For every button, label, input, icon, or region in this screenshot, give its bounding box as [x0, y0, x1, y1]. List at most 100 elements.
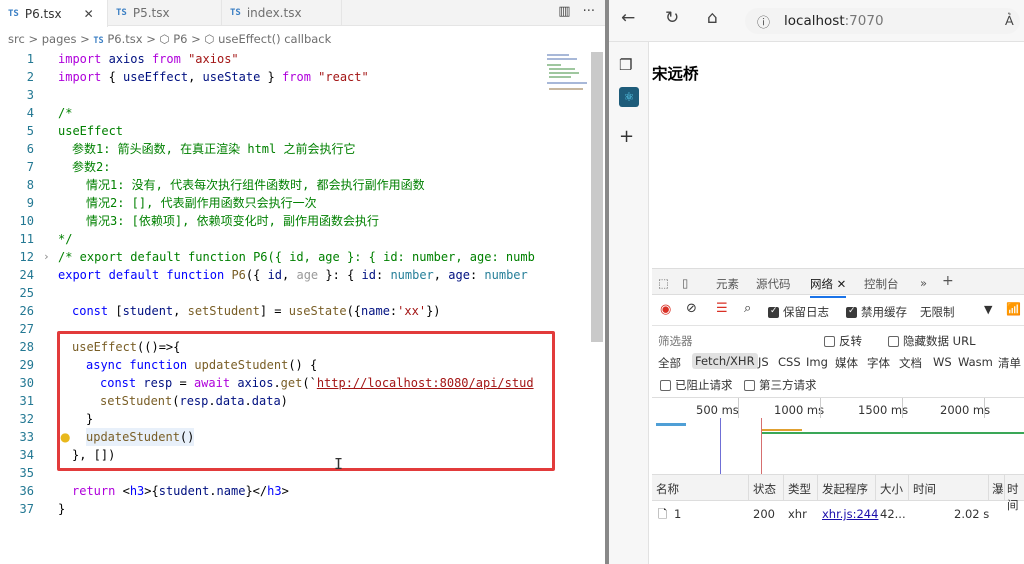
filter-js[interactable]: JS [758, 355, 769, 369]
filter-font[interactable]: 字体 [867, 355, 890, 371]
chevron-down-icon[interactable]: ▼ [984, 303, 992, 316]
close-icon[interactable]: ✕ [837, 277, 847, 291]
timeline-tick-label: 2000 ms [940, 403, 991, 417]
tab-index[interactable]: TS index.tsx [222, 0, 342, 26]
split-editor-icon[interactable]: ▥ [558, 4, 570, 19]
row-name: 1 [674, 507, 682, 521]
home-icon[interactable]: ⌂ [707, 8, 718, 28]
col-size[interactable]: 大小 [880, 481, 903, 497]
refresh-icon[interactable]: ↻ [665, 8, 679, 28]
new-tab-icon[interactable]: + [619, 126, 634, 147]
breadcrumb-pages[interactable]: pages [42, 32, 77, 46]
col-type[interactable]: 类型 [788, 481, 811, 497]
record-icon[interactable]: ◉ [660, 302, 671, 317]
filter-wasm[interactable]: Wasm [958, 355, 993, 369]
col-status[interactable]: 状态 [753, 481, 776, 497]
tab-network-label: 网络 [810, 277, 833, 291]
line-number: 33 [19, 430, 34, 444]
browser-window: ← ↻ ⌂ ⓘ localhost:7070 A͛ ❐ ⚛ + 宋远桥 ⬚ ▯ … [609, 0, 1024, 564]
col-time[interactable]: 时间 [913, 481, 936, 497]
line-number: 6 [26, 142, 34, 156]
add-tab-icon[interactable]: + [942, 273, 954, 289]
fold-chevron-icon[interactable]: › [43, 248, 50, 266]
clear-icon[interactable]: ⊘ [686, 301, 697, 316]
code-line: return <h3>{student.name}</h3> [72, 484, 289, 498]
code-line: useEffect [58, 124, 124, 138]
breadcrumb-component[interactable]: P6 [173, 32, 187, 46]
more-tabs-icon[interactable]: » [920, 276, 927, 290]
throttle-select[interactable]: 无限制 [920, 304, 955, 320]
col-name[interactable]: 名称 [656, 481, 679, 497]
tab-label: index.tsx [246, 6, 302, 20]
filter-css[interactable]: CSS [778, 355, 801, 369]
filter-input[interactable]: 筛选器 [658, 333, 693, 349]
preserve-log-checkbox[interactable]: 保留日志 [768, 304, 829, 320]
line-number: 32 [19, 412, 34, 426]
tab-network[interactable]: 网络 ✕ [810, 276, 847, 298]
tab-elements[interactable]: 元素 [716, 276, 739, 292]
third-party-checkbox[interactable]: 第三方请求 [744, 377, 817, 393]
breadcrumb-file[interactable]: P6.tsx [107, 32, 142, 46]
editor-scrollbar[interactable] [591, 52, 603, 342]
timeline-tick-label: 500 ms [696, 403, 739, 417]
blocked-requests-checkbox[interactable]: 已阻止请求 [660, 377, 733, 393]
close-icon[interactable]: ✕ [84, 7, 94, 21]
filter-all[interactable]: 全部 [658, 355, 681, 371]
filter-media[interactable]: 媒体 [835, 355, 858, 371]
info-icon[interactable]: ⓘ [757, 12, 770, 31]
back-icon[interactable]: ← [621, 8, 635, 28]
code-line: /* [58, 106, 73, 120]
inspect-icon[interactable]: ⬚ [658, 276, 669, 290]
filter-manifest[interactable]: 清单 [998, 355, 1021, 371]
timeline-tick-label: 1500 ms [858, 403, 909, 417]
line-number: 9 [26, 196, 34, 210]
search-icon[interactable]: ⌕ [744, 301, 751, 316]
col-time-2[interactable]: 时间 [1007, 481, 1024, 513]
hide-data-urls-checkbox[interactable]: 隐藏数据 URL [888, 333, 975, 349]
network-conditions-icon[interactable]: 📶 [1006, 302, 1021, 316]
network-timeline[interactable]: 500 ms 1000 ms 1500 ms 2000 ms [652, 397, 1024, 475]
tab-label: P6.tsx [24, 6, 62, 21]
address-bar[interactable]: ⓘ localhost:7070 [745, 8, 1020, 34]
col-initiator[interactable]: 发起程序 [822, 481, 868, 497]
line-number: 37 [19, 502, 34, 516]
col-waterfall[interactable]: 瀑 [992, 481, 1004, 497]
tab-p6[interactable]: TS P6.tsx ✕ [0, 0, 108, 27]
devtools-tabs: ⬚ ▯ 元素 源代码 网络 ✕ 控制台 » + [652, 269, 1024, 298]
devtools-panel: ⬚ ▯ 元素 源代码 网络 ✕ 控制台 » + ◉ ⊘ ☰ ⌕ 保留日志 禁用缓… [652, 268, 1024, 564]
tab-actions-icon[interactable]: ❐ [619, 56, 632, 74]
tab-p5[interactable]: TS P5.tsx [108, 0, 222, 26]
tab-console[interactable]: 控制台 [864, 276, 899, 292]
read-aloud-icon[interactable]: A͛ [1005, 13, 1014, 29]
invert-checkbox[interactable]: 反转 [824, 333, 862, 349]
minimap[interactable] [545, 52, 590, 92]
row-initiator-link[interactable]: xhr.js:244 [822, 507, 878, 521]
typescript-icon: TS [116, 8, 127, 18]
filter-ws[interactable]: WS [933, 355, 952, 369]
tab-sources[interactable]: 源代码 [756, 276, 791, 292]
device-toolbar-icon[interactable]: ▯ [682, 276, 688, 290]
line-number: 11 [19, 232, 34, 246]
code-line: 情况3: [依赖项], 依赖项变化时, 副作用函数会执行 [86, 214, 380, 228]
react-tab-icon[interactable]: ⚛ [619, 87, 639, 107]
filter-img[interactable]: Img [806, 355, 828, 369]
row-type: xhr [788, 507, 807, 521]
disable-cache-checkbox[interactable]: 禁用缓存 [846, 304, 907, 320]
breadcrumb-src[interactable]: src [8, 32, 25, 46]
filter-fetch-xhr[interactable]: Fetch/XHR [692, 353, 758, 369]
breadcrumb: src > pages > TS P6.tsx > ⬡ P6 > ⬡ useEf… [8, 32, 332, 46]
code-line: 情况2: [], 代表副作用函数只会执行一次 [86, 196, 317, 210]
code-line: 参数1: 箭头函数, 在真正渲染 html 之前会执行它 [72, 142, 356, 156]
line-number: 24 [19, 268, 34, 282]
code-line: export default function P6({ id, age }: … [58, 268, 528, 282]
filter-icon[interactable]: ☰ [716, 301, 728, 316]
line-number: 28 [19, 340, 34, 354]
row-size: 42... [880, 507, 906, 521]
lightbulb-icon[interactable]: ● [60, 430, 70, 444]
line-number: 30 [19, 376, 34, 390]
more-actions-icon[interactable]: ··· [583, 4, 595, 19]
page-heading: 宋远桥 [652, 65, 699, 83]
breadcrumb-callback[interactable]: useEffect() callback [218, 32, 331, 46]
document-icon: 🗋 [658, 507, 668, 521]
filter-doc[interactable]: 文档 [899, 355, 922, 371]
